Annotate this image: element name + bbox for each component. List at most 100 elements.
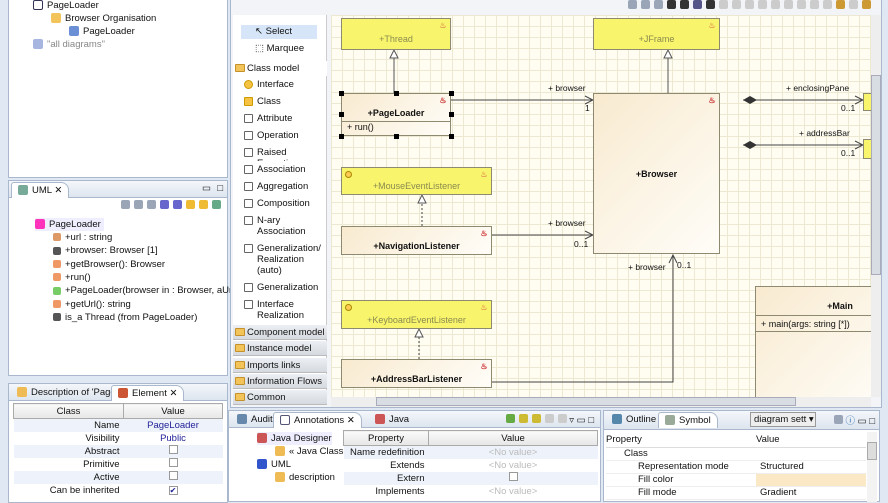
class-navigation-listener[interactable]: ♨ +NavigationListener xyxy=(341,226,492,255)
tab-uml[interactable]: UML ✕ xyxy=(11,182,70,198)
uml-tree-item[interactable]: is_a Thread (from PageLoader) xyxy=(53,311,197,324)
property-value[interactable] xyxy=(756,473,866,486)
tab-symbol[interactable]: Symbol xyxy=(658,412,718,428)
delete-icon[interactable] xyxy=(558,414,568,423)
link-icon[interactable] xyxy=(173,200,182,209)
class-jframe[interactable]: ♨ +JFrame xyxy=(593,18,720,50)
minimize-button[interactable]: ▭ xyxy=(202,183,211,194)
tab-annotations[interactable]: Annotations ✕ xyxy=(273,412,362,428)
same-size-icon[interactable] xyxy=(823,0,832,9)
property-value[interactable]: ✔ xyxy=(124,484,223,497)
uml-tree-item[interactable]: +PageLoader(browser in : Browser, aUrl xyxy=(53,284,234,297)
class-thread[interactable]: ♨ +Thread xyxy=(341,18,451,50)
interface-mouse-event-listener[interactable]: ♨ +MouseEventListener xyxy=(341,167,492,195)
palette-drawer[interactable]: Imports links xyxy=(233,357,327,373)
menu-icon[interactable]: ▿ ▭ □ xyxy=(569,415,594,426)
selection-handle[interactable] xyxy=(394,91,399,96)
drawer-class-model[interactable]: Class model xyxy=(233,61,327,76)
align-left-icon[interactable] xyxy=(732,0,741,9)
zoom-reset-icon[interactable] xyxy=(641,0,650,9)
palette-item[interactable]: Attribute xyxy=(241,113,327,127)
add-annotation-icon[interactable] xyxy=(506,414,516,423)
grid-icon[interactable] xyxy=(849,0,858,9)
selection-handle[interactable] xyxy=(339,112,344,117)
selection-handle[interactable] xyxy=(449,112,454,117)
up-icon[interactable] xyxy=(186,200,195,209)
window-controls[interactable]: ▭ □ xyxy=(858,416,875,427)
settings-icon[interactable] xyxy=(834,415,844,424)
tree-item[interactable]: "all diagrams" xyxy=(33,38,105,51)
class-pageloader[interactable]: ♨ +PageLoader + run() xyxy=(341,93,451,136)
interface-keyboard-event-listener[interactable]: ♨ +KeyboardEventListener xyxy=(341,300,492,329)
tree-item[interactable]: UML xyxy=(257,458,291,471)
checkbox[interactable] xyxy=(168,445,178,454)
checkbox[interactable]: ✔ xyxy=(168,485,178,495)
tree-item[interactable]: PageLoader xyxy=(33,0,99,12)
palette-item[interactable]: Aggregation xyxy=(241,181,327,195)
palette-drawer[interactable]: Common xyxy=(233,390,327,406)
palette-drawer[interactable]: Instance model xyxy=(233,341,327,357)
layers-icon[interactable] xyxy=(862,0,871,9)
selection-handle[interactable] xyxy=(449,134,454,139)
center-h-icon[interactable] xyxy=(784,0,793,9)
distribute-v-icon[interactable] xyxy=(810,0,819,9)
uml-tree-item[interactable]: +url : string xyxy=(53,231,112,244)
property-value[interactable]: Public xyxy=(124,432,223,445)
property-value[interactable] xyxy=(429,472,598,485)
uml-tree-item[interactable]: +getUrl(): string xyxy=(53,298,131,311)
zoom-out-icon[interactable] xyxy=(654,0,663,9)
horizontal-scrollbar[interactable] xyxy=(331,397,871,407)
checkbox[interactable] xyxy=(168,471,178,480)
class-addressbar[interactable] xyxy=(863,139,871,159)
align-right-icon[interactable] xyxy=(758,0,767,9)
uml-tree-item[interactable]: +getBrowser(): Browser xyxy=(53,258,165,271)
selection-handle[interactable] xyxy=(339,91,344,96)
help-icon[interactable]: ⓘ xyxy=(845,416,855,427)
property-value[interactable] xyxy=(756,447,866,460)
vertical-scrollbar[interactable] xyxy=(871,15,881,397)
selection-handle[interactable] xyxy=(394,134,399,139)
maximize-button[interactable]: □ xyxy=(217,183,223,194)
tab-outline[interactable]: Outline xyxy=(606,412,662,428)
association-addressbar-browser[interactable] xyxy=(492,255,673,383)
property-value[interactable]: Structured xyxy=(756,460,866,473)
forward-icon[interactable] xyxy=(147,200,156,209)
class-addressbar-listener[interactable]: ♨ +AddressBarListener xyxy=(341,359,492,388)
palette-select[interactable]: ↖ Select xyxy=(241,25,317,39)
distribute-h-icon[interactable] xyxy=(797,0,806,9)
palette-item[interactable]: Generalization xyxy=(241,282,327,296)
selection-handle[interactable] xyxy=(449,91,454,96)
palette-item[interactable]: Operation xyxy=(241,130,327,144)
class-main[interactable]: +Main + main(args: string [*]) xyxy=(755,286,871,397)
property-value[interactable]: <No value> xyxy=(429,446,598,459)
palette-drawer[interactable]: Information Flows xyxy=(233,373,327,389)
property-value[interactable]: PageLoader xyxy=(124,419,223,432)
property-value[interactable]: <No value> xyxy=(429,485,598,498)
tree-item[interactable]: description xyxy=(275,471,335,484)
palette-item[interactable]: Interface xyxy=(241,79,327,93)
uml-root[interactable]: PageLoader xyxy=(35,218,104,231)
palette-item[interactable]: Composition xyxy=(241,198,327,212)
expand-icon[interactable] xyxy=(160,200,169,209)
format-icon[interactable] xyxy=(836,0,845,9)
zoom-in-icon[interactable] xyxy=(628,0,637,9)
uml-tree-item[interactable]: +browser: Browser [1] xyxy=(53,244,158,257)
class-browser[interactable]: ♨ +Browser xyxy=(593,93,720,254)
palette-marquee[interactable]: ⬚ Marquee xyxy=(241,42,335,56)
center-v-icon[interactable] xyxy=(771,0,780,9)
tab-element[interactable]: Element ✕ xyxy=(111,385,185,401)
tree-item[interactable]: Java Designer xyxy=(257,432,332,445)
add-note-icon[interactable] xyxy=(519,414,529,423)
selection-handle[interactable] xyxy=(339,134,344,139)
image-icon[interactable] xyxy=(693,0,702,9)
palette-drawer[interactable]: Component model xyxy=(233,325,327,340)
property-value[interactable]: Gradient xyxy=(756,486,866,499)
palette-item[interactable]: N-ary Association xyxy=(241,215,327,240)
page-icon[interactable] xyxy=(706,0,715,9)
align-bottom-icon[interactable] xyxy=(745,0,754,9)
tree-item[interactable]: « Java Class » xyxy=(275,445,351,458)
uml-tree-item[interactable]: +run() xyxy=(53,271,91,284)
palette-item[interactable]: Generalization/ Realization (auto) xyxy=(241,243,327,279)
property-value[interactable]: <No value> xyxy=(429,459,598,472)
down-icon[interactable] xyxy=(199,200,208,209)
